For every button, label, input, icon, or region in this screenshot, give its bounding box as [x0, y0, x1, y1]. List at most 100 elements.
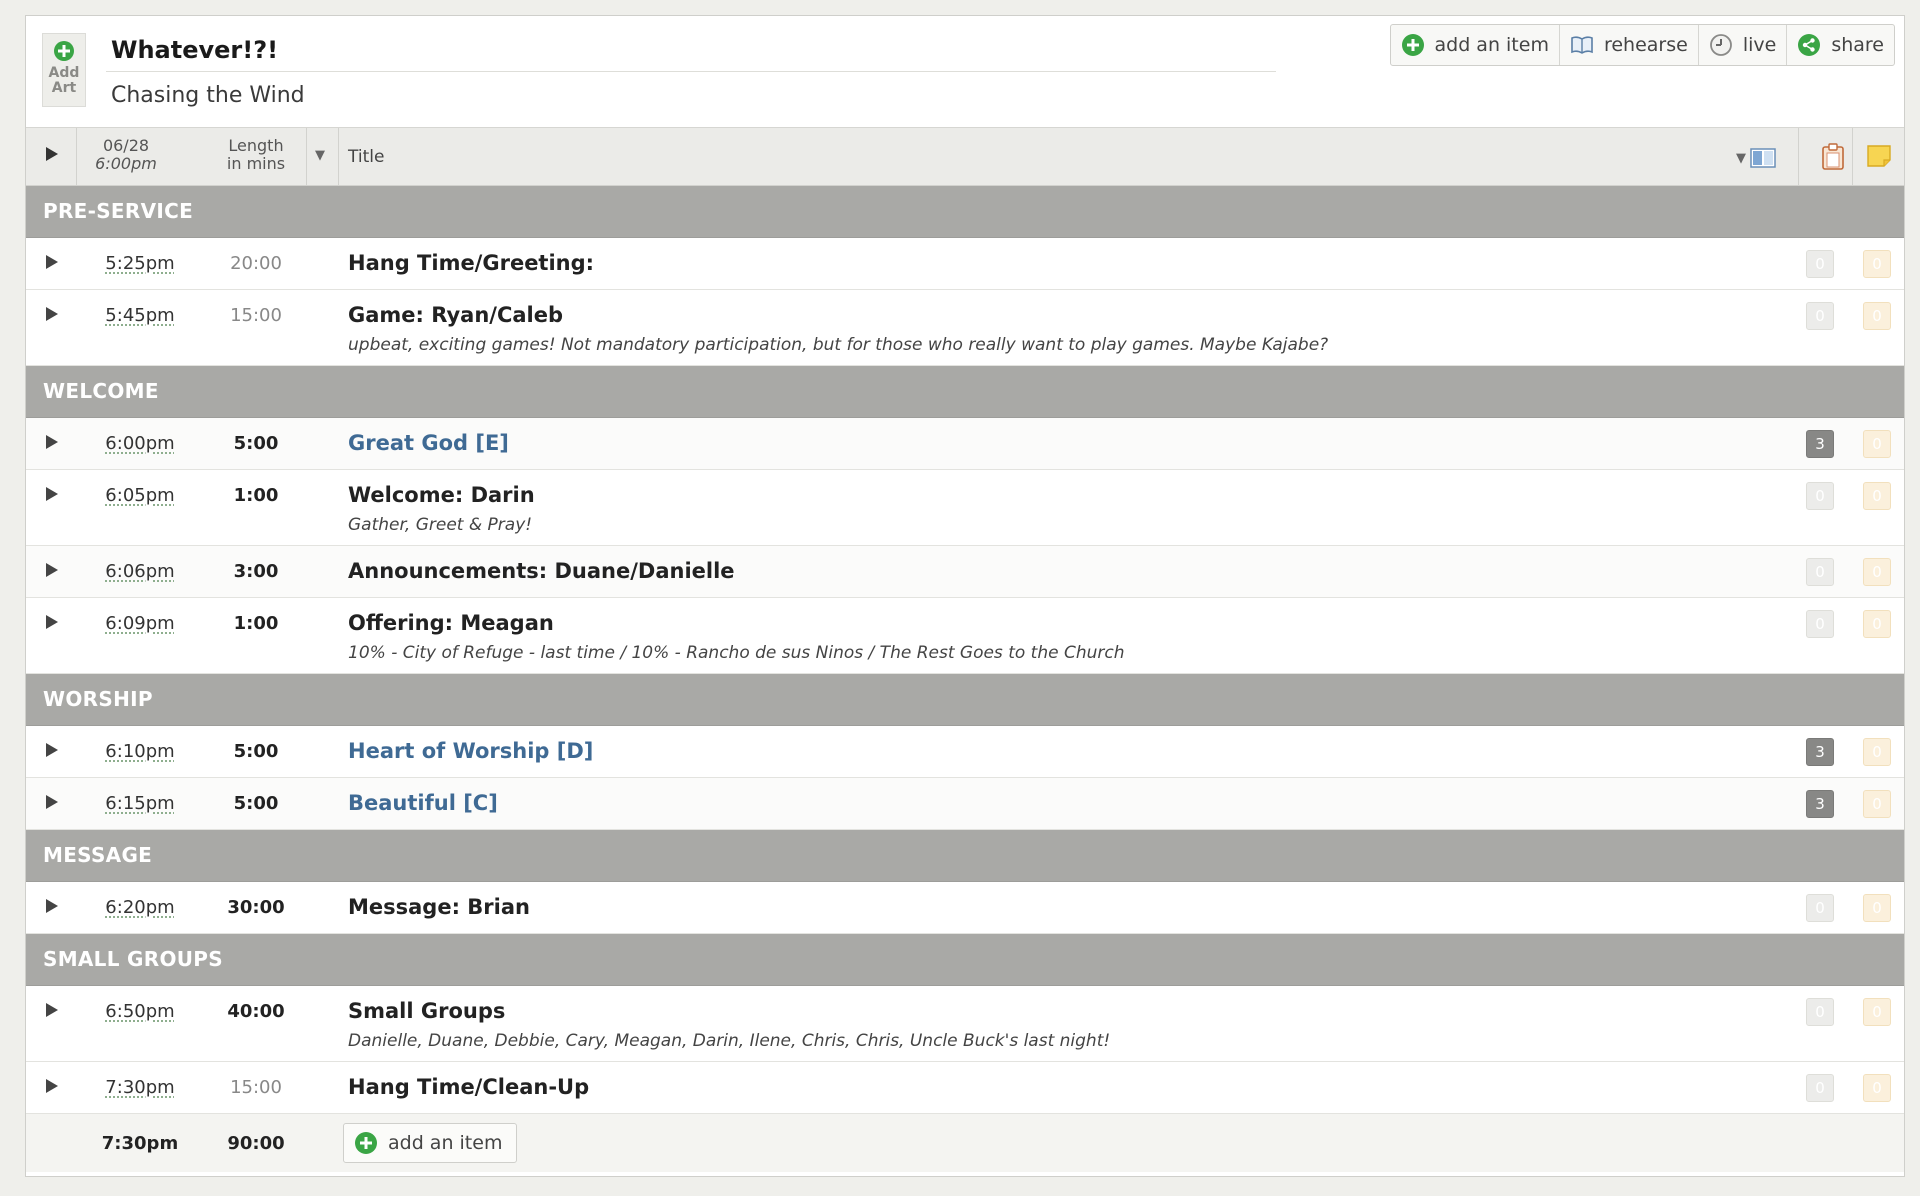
live-button[interactable]: live: [1699, 25, 1788, 65]
note-count-badge[interactable]: 0: [1863, 482, 1891, 510]
note-count-badge[interactable]: 0: [1863, 894, 1891, 922]
attachment-count-badge[interactable]: 0: [1806, 894, 1834, 922]
item-length[interactable]: 5:00: [216, 741, 296, 762]
item-length[interactable]: 20:00: [216, 253, 296, 274]
item-time[interactable]: 6:10pm: [100, 741, 180, 762]
note-count-badge[interactable]: 0: [1863, 610, 1891, 638]
item-time[interactable]: 5:45pm: [100, 305, 180, 326]
section-message[interactable]: MESSAGE: [26, 830, 1904, 882]
item-song-title[interactable]: Beautiful [C]: [348, 791, 498, 815]
plan-item-row[interactable]: 6:20pm 30:00 Message: Brian 0 0: [26, 882, 1904, 934]
plan-item-row[interactable]: 6:50pm 40:00 Small Groups Danielle, Duan…: [26, 986, 1904, 1062]
item-length[interactable]: 1:00: [216, 613, 296, 634]
plan-item-row[interactable]: 6:00pm 5:00 Great God [E] 3 0: [26, 418, 1904, 470]
note-icon[interactable]: [1866, 144, 1892, 168]
play-icon[interactable]: [45, 898, 59, 914]
item-title[interactable]: Hang Time/Greeting:: [348, 251, 594, 275]
item-title[interactable]: Welcome: Darin: [348, 483, 535, 507]
item-song-title[interactable]: Heart of Worship [D]: [348, 739, 593, 763]
item-length[interactable]: 1:00: [216, 485, 296, 506]
plan-item-row[interactable]: 6:10pm 5:00 Heart of Worship [D] 3 0: [26, 726, 1904, 778]
play-icon[interactable]: [45, 486, 59, 502]
chevron-down-icon: ▼: [1736, 150, 1746, 166]
item-length[interactable]: 15:00: [216, 305, 296, 326]
attachment-count-badge[interactable]: 0: [1806, 558, 1834, 586]
note-count-badge[interactable]: 0: [1863, 790, 1891, 818]
note-count-badge[interactable]: 0: [1863, 250, 1891, 278]
section-worship[interactable]: WORSHIP: [26, 674, 1904, 726]
attachment-count-badge[interactable]: 0: [1806, 302, 1834, 330]
item-time[interactable]: 6:20pm: [100, 897, 180, 918]
note-count-badge[interactable]: 0: [1863, 558, 1891, 586]
note-count-badge[interactable]: 0: [1863, 998, 1891, 1026]
play-icon[interactable]: [45, 742, 59, 758]
play-icon[interactable]: [45, 306, 59, 322]
title-divider: [106, 71, 1276, 72]
share-button[interactable]: share: [1787, 25, 1894, 65]
play-icon[interactable]: [45, 1078, 59, 1094]
item-title[interactable]: Offering: Meagan: [348, 611, 554, 635]
attachment-count-badge[interactable]: 3: [1806, 430, 1834, 458]
length-dropdown-arrow[interactable]: ▼: [315, 148, 325, 163]
item-time[interactable]: 5:25pm: [100, 253, 180, 274]
item-length[interactable]: 5:00: [216, 793, 296, 814]
play-icon[interactable]: [45, 254, 59, 270]
item-song-title[interactable]: Great God [E]: [348, 431, 509, 455]
attachment-count-badge[interactable]: 0: [1806, 998, 1834, 1026]
item-time[interactable]: 6:50pm: [100, 1001, 180, 1022]
section-small-groups[interactable]: SMALL GROUPS: [26, 934, 1904, 986]
plus-circle-icon: [355, 1132, 377, 1154]
attachment-count-badge[interactable]: 0: [1806, 610, 1834, 638]
play-icon[interactable]: [45, 794, 59, 810]
attachment-count-badge[interactable]: 0: [1806, 482, 1834, 510]
plan-subtitle[interactable]: Chasing the Wind: [111, 83, 305, 108]
note-count-badge[interactable]: 0: [1863, 430, 1891, 458]
item-title[interactable]: Hang Time/Clean-Up: [348, 1075, 589, 1099]
item-length[interactable]: 5:00: [216, 433, 296, 454]
column-start-time[interactable]: 06/28 6:00pm: [76, 137, 176, 173]
section-welcome[interactable]: WELCOME: [26, 366, 1904, 418]
note-count-badge[interactable]: 0: [1863, 302, 1891, 330]
attachment-count-badge[interactable]: 3: [1806, 738, 1834, 766]
item-title[interactable]: Message: Brian: [348, 895, 530, 919]
footer-add-item-button[interactable]: add an item: [343, 1123, 518, 1163]
item-title[interactable]: Game: Ryan/Caleb: [348, 303, 563, 327]
plan-item-row[interactable]: 6:15pm 5:00 Beautiful [C] 3 0: [26, 778, 1904, 830]
plan-item-row[interactable]: 5:25pm 20:00 Hang Time/Greeting: 0 0: [26, 238, 1904, 290]
item-length[interactable]: 15:00: [216, 1077, 296, 1098]
item-length[interactable]: 40:00: [216, 1001, 296, 1022]
play-icon[interactable]: [45, 1002, 59, 1018]
plan-item-row[interactable]: 6:05pm 1:00 Welcome: Darin Gather, Greet…: [26, 470, 1904, 546]
play-all-icon[interactable]: [45, 146, 59, 162]
add-item-label: add an item: [1434, 34, 1549, 56]
plan-item-row[interactable]: 7:30pm 15:00 Hang Time/Clean-Up 0 0: [26, 1062, 1904, 1114]
item-time[interactable]: 6:09pm: [100, 613, 180, 634]
note-count-badge[interactable]: 0: [1863, 738, 1891, 766]
item-time[interactable]: 7:30pm: [100, 1077, 180, 1098]
item-time[interactable]: 6:06pm: [100, 561, 180, 582]
item-time[interactable]: 6:05pm: [100, 485, 180, 506]
note-count-badge[interactable]: 0: [1863, 1074, 1891, 1102]
add-item-button[interactable]: add an item: [1391, 25, 1560, 65]
add-art-button[interactable]: Add Art: [42, 33, 86, 107]
item-title[interactable]: Announcements: Duane/Danielle: [348, 559, 735, 583]
plan-item-row[interactable]: 6:09pm 1:00 Offering: Meagan 10% - City …: [26, 598, 1904, 674]
play-icon[interactable]: [45, 614, 59, 630]
item-length[interactable]: 3:00: [216, 561, 296, 582]
item-time[interactable]: 6:15pm: [100, 793, 180, 814]
rehearse-button[interactable]: rehearse: [1560, 25, 1699, 65]
columns-toggle[interactable]: ▼: [1736, 148, 1776, 168]
item-time[interactable]: 6:00pm: [100, 433, 180, 454]
plan-item-row[interactable]: 5:45pm 15:00 Game: Ryan/Caleb upbeat, ex…: [26, 290, 1904, 366]
clipboard-icon[interactable]: [1821, 143, 1845, 171]
play-icon[interactable]: [45, 434, 59, 450]
attachment-count-badge[interactable]: 0: [1806, 250, 1834, 278]
plan-title[interactable]: Whatever!?!: [111, 36, 278, 64]
plan-item-row[interactable]: 6:06pm 3:00 Announcements: Duane/Daniell…: [26, 546, 1904, 598]
section-pre-service[interactable]: PRE-SERVICE: [26, 186, 1904, 238]
attachment-count-badge[interactable]: 0: [1806, 1074, 1834, 1102]
attachment-count-badge[interactable]: 3: [1806, 790, 1834, 818]
item-title[interactable]: Small Groups: [348, 999, 505, 1023]
play-icon[interactable]: [45, 562, 59, 578]
item-length[interactable]: 30:00: [216, 897, 296, 918]
